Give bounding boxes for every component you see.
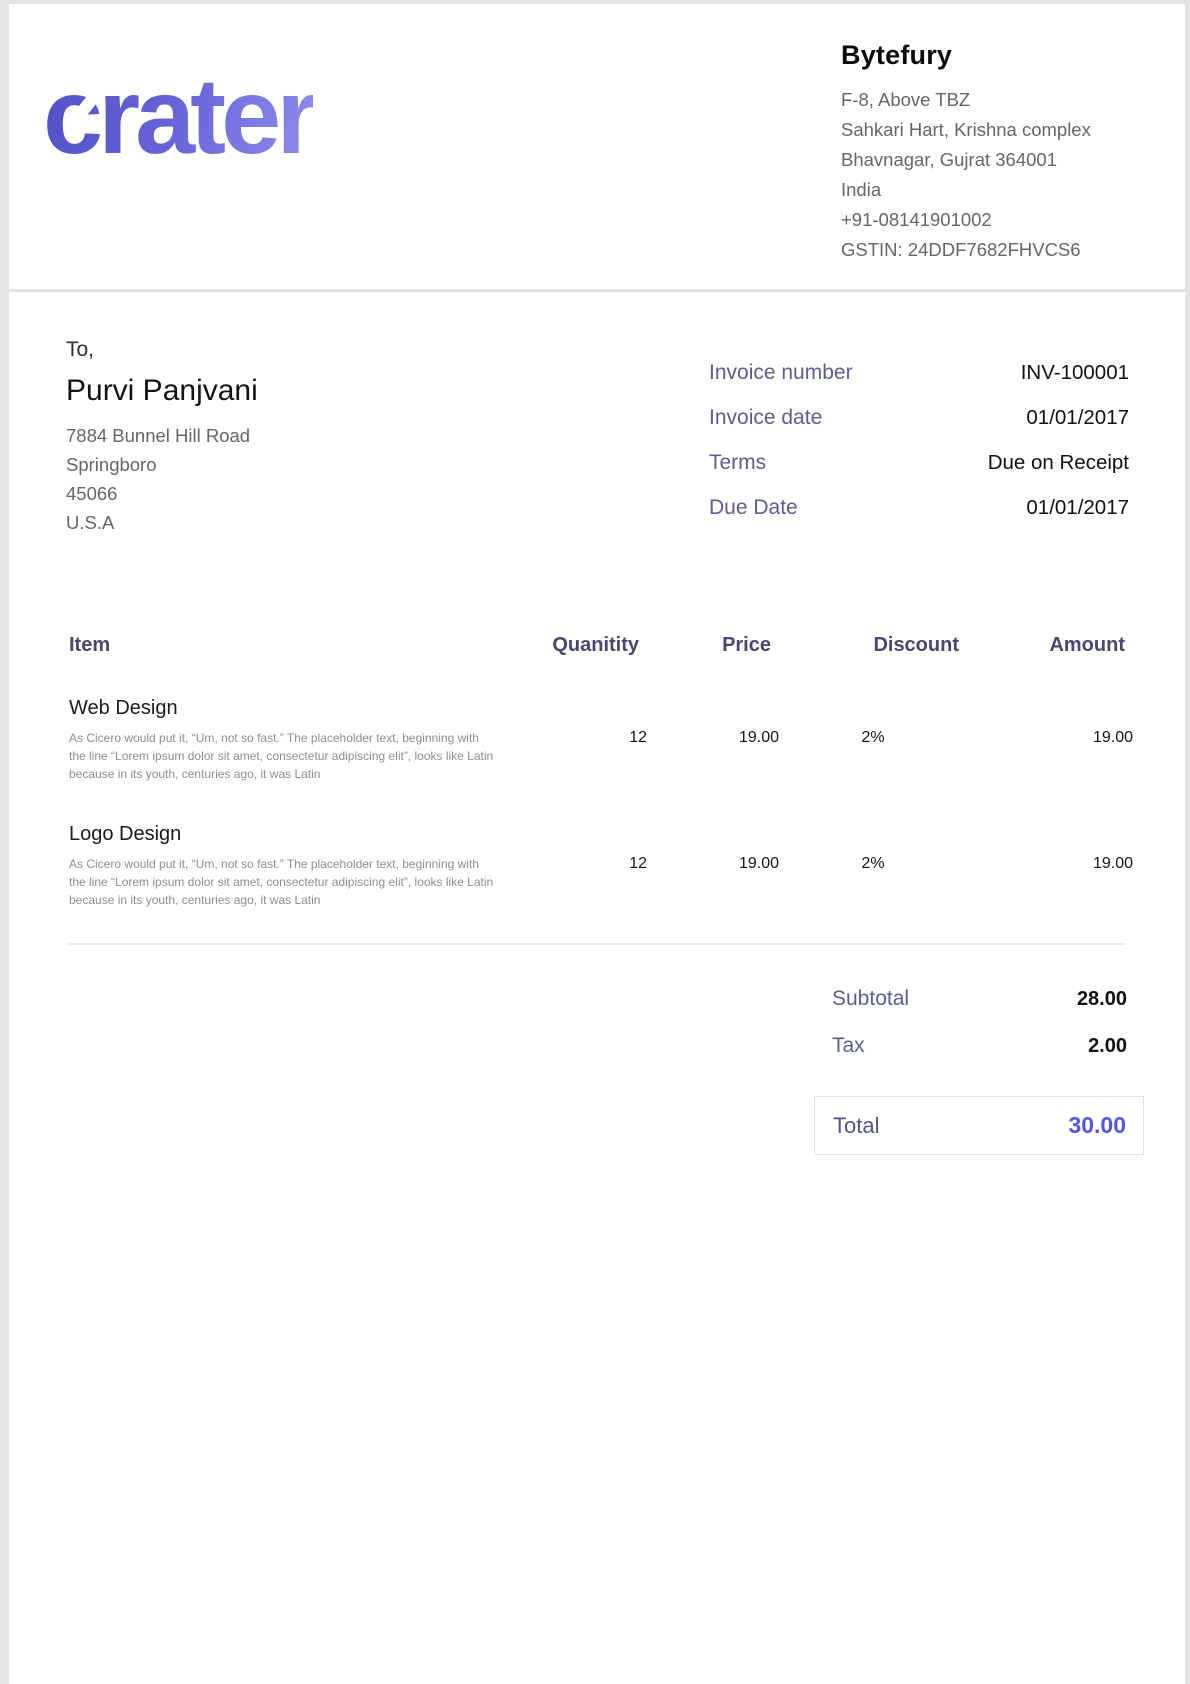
item-price: 19.00 [647, 823, 779, 873]
company-info: Bytefury F-8, Above TBZ Sahkari Hart, Kr… [841, 40, 1143, 265]
subtotal-row: Subtotal 28.00 [814, 987, 1144, 1011]
item-quantity: 12 [497, 697, 647, 747]
logo-stencil-cut-r [380, 90, 421, 138]
item-cell: Logo Design As Cicero would put it, “Um,… [69, 823, 497, 909]
company-address-line: Bhavnagar, Gujrat 364001 [841, 145, 1143, 175]
info-section: To, Purvi Panjvani 7884 Bunnel Hill Road… [9, 292, 1185, 538]
items-table-header: Item Quanitity Price Discount Amount [69, 634, 1125, 657]
company-address-line: Sahkari Hart, Krishna complex [841, 115, 1143, 145]
customer-address-line: 45066 [66, 479, 258, 508]
item-price: 19.00 [647, 697, 779, 747]
customer-address-line: 7884 Bunnel Hill Road [66, 421, 258, 450]
column-header-item: Item [69, 634, 489, 657]
item-amount: 19.00 [967, 697, 1133, 747]
item-amount: 19.00 [967, 823, 1133, 873]
subtotal-label: Subtotal [832, 987, 909, 1011]
invoice-header: crater Bytefury F-8, Above TBZ Sahkari H… [9, 4, 1185, 292]
due-date-row: Due Date 01/01/2017 [709, 493, 1129, 522]
company-gstin: GSTIN: 24DDF7682FHVCS6 [841, 235, 1143, 265]
item-description: As Cicero would put it, “Um, not so fast… [69, 729, 497, 783]
items-table: Item Quanitity Price Discount Amount Web… [69, 634, 1125, 945]
invoice-page: crater Bytefury F-8, Above TBZ Sahkari H… [9, 4, 1185, 1684]
item-name: Web Design [69, 697, 497, 720]
tax-row: Tax 2.00 [814, 1034, 1144, 1058]
terms-value: Due on Receipt [988, 451, 1129, 475]
invoice-number-value: INV-100001 [1021, 361, 1129, 385]
column-header-quantity: Quanitity [489, 634, 639, 657]
terms-row: Terms Due on Receipt [709, 448, 1129, 477]
customer-address-line: U.S.A [66, 508, 258, 537]
column-header-price: Price [639, 634, 771, 657]
invoice-date-value: 01/01/2017 [1026, 406, 1129, 430]
subtotal-value: 28.00 [1077, 988, 1127, 1011]
column-header-discount: Discount [771, 634, 959, 657]
total-label: Total [833, 1113, 879, 1139]
tax-value: 2.00 [1088, 1035, 1127, 1058]
to-label: To, [66, 338, 258, 362]
company-address-line: F-8, Above TBZ [841, 85, 1143, 115]
invoice-meta: Invoice number INV-100001 Invoice date 0… [709, 358, 1129, 538]
tax-label: Tax [832, 1034, 865, 1058]
customer-address-line: Springboro [66, 450, 258, 479]
invoice-number-label: Invoice number [709, 358, 853, 387]
column-header-amount: Amount [959, 634, 1125, 657]
total-value: 30.00 [1068, 1112, 1126, 1139]
company-phone: +91-08141901002 [841, 205, 1143, 235]
terms-label: Terms [709, 448, 766, 477]
crater-logo: crater [43, 62, 313, 170]
company-name: Bytefury [841, 40, 1143, 71]
invoice-date-label: Invoice date [709, 403, 822, 432]
total-box: Total 30.00 [814, 1096, 1144, 1155]
bill-to-block: To, Purvi Panjvani 7884 Bunnel Hill Road… [66, 338, 258, 538]
item-cell: Web Design As Cicero would put it, “Um, … [69, 697, 497, 783]
table-row: Logo Design As Cicero would put it, “Um,… [69, 823, 1125, 909]
due-date-label: Due Date [709, 493, 798, 522]
customer-name: Purvi Panjvani [66, 374, 258, 408]
item-name: Logo Design [69, 823, 497, 846]
due-date-value: 01/01/2017 [1026, 496, 1129, 520]
item-quantity: 12 [497, 823, 647, 873]
invoice-number-row: Invoice number INV-100001 [709, 358, 1129, 387]
totals-summary: Subtotal 28.00 Tax 2.00 Total 30.00 [814, 987, 1144, 1155]
item-discount: 2% [779, 823, 967, 873]
table-row: Web Design As Cicero would put it, “Um, … [69, 697, 1125, 783]
invoice-date-row: Invoice date 01/01/2017 [709, 403, 1129, 432]
item-discount: 2% [779, 697, 967, 747]
company-address-line: India [841, 175, 1143, 205]
table-bottom-divider [69, 943, 1125, 945]
item-description: As Cicero would put it, “Um, not so fast… [69, 855, 497, 909]
